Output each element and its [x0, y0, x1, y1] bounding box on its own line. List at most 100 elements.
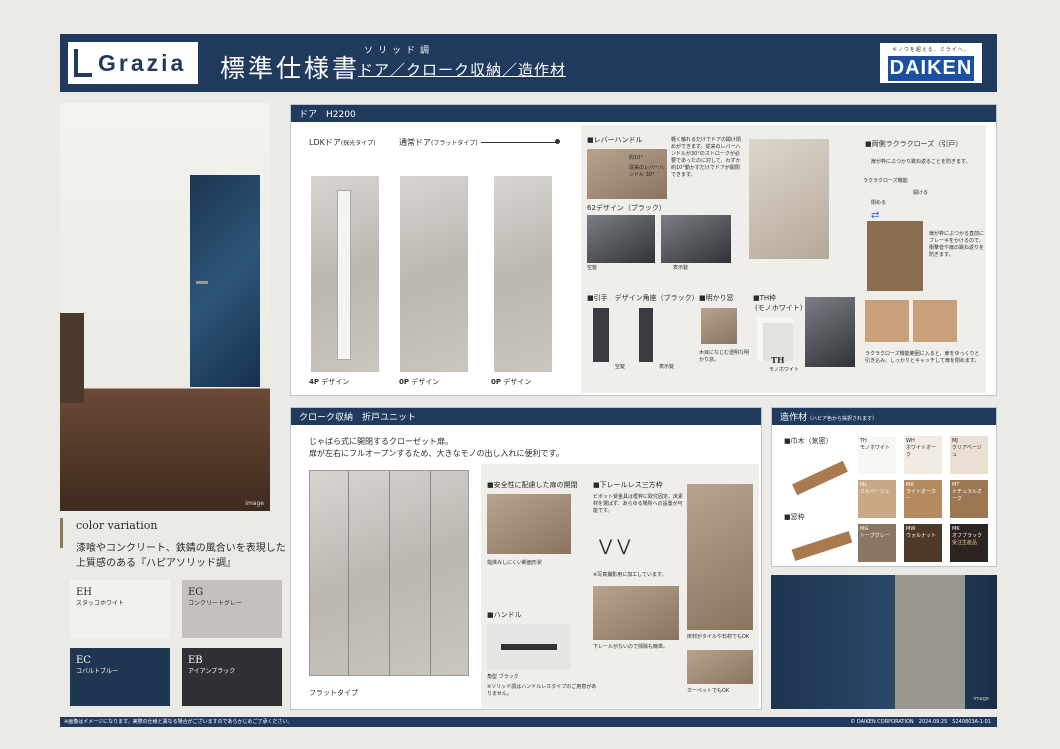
color-code: MT — [952, 482, 960, 488]
color-variation-text: 漆喰やコンクリート、鉄錆の風合いを表現した上質感のある『ハピアソリッド調』 — [76, 543, 286, 569]
color-name: トープグレー — [860, 533, 890, 539]
swatch-eb: EB アイアンブラック — [182, 648, 282, 706]
woman-photo — [749, 139, 829, 259]
side-table-image — [60, 313, 84, 403]
hyoji-label: 表示錠 — [673, 265, 689, 271]
cv-accent-bar — [60, 518, 72, 548]
handle-bar-icon — [501, 644, 557, 650]
d1-design: デザイン — [321, 378, 350, 386]
d3-code: 0P — [491, 378, 502, 386]
door-0p-a — [400, 176, 468, 372]
zousaku-note: （ハピア色から採択されます） — [807, 416, 878, 422]
color-name: ナチュラルオーク — [952, 489, 983, 502]
hikite-hyoji-label: 表示錠 — [659, 364, 675, 370]
swatch-code: EH — [76, 587, 93, 598]
flat-type-label: フラットタイプ — [309, 689, 358, 697]
door-4p — [311, 176, 379, 372]
hikite-title: ■引手 デザイン角座（ブラック） — [587, 294, 699, 302]
swatch-name: アイアンブラック — [188, 668, 236, 675]
swatch-ec: EC コバルトブルー — [70, 648, 170, 706]
arrow-left-icon: ⇄ — [871, 210, 880, 221]
swatch-name: コンクリートグレー — [188, 600, 243, 607]
door-handle-image — [196, 281, 208, 284]
madowaku-title: ■窓枠 — [784, 513, 805, 521]
door-feature-panel: ■レバーハンドル 約10° 従来のレバーハンドル 30° 軽く触れるだけでドアの… — [581, 125, 986, 393]
ryo-title: ■両側ラクラクローズ（引戸） — [865, 140, 963, 148]
color-wh: WH ホワイトオーク — [904, 436, 942, 474]
footer-note: ※画像はイメージになります。実際の仕様と異なる場合がございますのであらかじめご了… — [64, 719, 293, 725]
maker-name: DAIKEN — [888, 56, 974, 81]
lever-text: 軽く触れるだけでドアの開け閉めができます。従来のレバーハンドルが30°のストロー… — [671, 137, 742, 178]
color-th: TH モノホワイト — [858, 436, 896, 474]
color-mj: MJ クリアベージュ — [950, 436, 988, 474]
color-mk: MK オフブラック 受注生産品 — [950, 524, 988, 562]
leader-line — [481, 142, 557, 143]
ryo-arrow-label: ラクラクローズ機能 — [863, 178, 908, 184]
color-code: MJ — [952, 438, 958, 444]
sliding-door-image — [867, 221, 923, 291]
ldk-door-label: LDKドア(採光タイプ) — [309, 137, 376, 148]
swatch-code: EG — [188, 587, 204, 598]
d2-code: 0P — [399, 378, 410, 386]
color-mg: MG トープグレー — [858, 524, 896, 562]
daiken-logo: キノウを超える、ミライへ。 DAIKEN — [880, 43, 982, 83]
image-label: image — [245, 500, 264, 507]
footer-bar: ※画像はイメージになります。実際の仕様と異なる場合がございますのであらかじめご了… — [60, 717, 997, 727]
closet-section: クローク収納 折戸ユニット じゃばら式に開閉するクローゼット扉。 扉が左右にフル… — [290, 407, 762, 710]
color-code: MA — [906, 482, 914, 488]
hikite-hyoji-icon — [639, 308, 653, 362]
footer-copyright: © DAIKEN CORPORATION 2024.09.25 S240803A… — [850, 719, 991, 725]
normal-door-label: 通常ドア(フラットタイプ) — [399, 137, 478, 148]
door-section: ドア H2200 LDKドア(採光タイプ) 通常ドア(フラットタイプ) 4P デ… — [290, 104, 997, 396]
ryo-side-text: 扉が枠にぶつかる直前にブレーキをかけるので、衝撃音や扉の跳ね返りを防ぎます。 — [929, 231, 985, 258]
page-title: 標準仕様書 — [220, 54, 361, 83]
subtitle: ドア／クローク収納／造作材 — [358, 61, 567, 79]
color-name: ホワイトオーク — [906, 445, 937, 458]
color-code: TH — [860, 438, 867, 444]
color-mt: MT ナチュラルオーク — [950, 480, 988, 518]
interior-photo: image — [771, 575, 997, 709]
color-name: ライトオーカー — [906, 489, 937, 502]
th-room-photo — [805, 297, 855, 367]
fold-line — [389, 471, 390, 675]
color-code: WH — [906, 438, 915, 444]
color-code: MK — [952, 526, 960, 532]
th-title: ■TH枠 — [753, 294, 777, 302]
hikite-kuu-label: 空錠 — [615, 364, 626, 370]
handle-kuu-photo — [587, 215, 655, 263]
swatch-name: コバルトブルー — [76, 668, 119, 675]
door-image — [895, 575, 965, 709]
zousaku-section: 造作材（ハピア色から採択されます） ■巾木（気密） ■窓枠 TH モノホワイト W… — [771, 407, 997, 567]
color-name: ウォルナット — [906, 533, 937, 539]
tile-text: 床材がタイルや石材でもOK — [687, 634, 750, 640]
handle-photo — [487, 624, 571, 670]
color-code: ML — [860, 482, 868, 488]
handle-note: ※ソリッド調はハンドルレスタイプのご用意がありません。 — [487, 684, 597, 697]
swatch-name: スタッコホワイト — [76, 600, 125, 607]
akari-text: 木目になじむ透明な明かり窓。 — [699, 350, 750, 363]
ryo-close-a: 閉める — [871, 200, 887, 206]
sliding-photo-a — [865, 300, 909, 342]
lever-angle-a: 約10° — [629, 155, 643, 161]
d2-design: デザイン — [411, 378, 440, 386]
handle-caption: 角型 ブラック — [487, 674, 519, 680]
image-label: image — [973, 696, 989, 702]
madowaku-image — [791, 531, 853, 561]
subtitle-kana: ソリッド調 — [364, 46, 435, 56]
swatch-eg: EG コンクリートグレー — [182, 580, 282, 638]
kuu-label: 空錠 — [587, 265, 598, 271]
rail-title: ■下レールレス三方枠 — [593, 481, 663, 489]
color-name: ミルベージュ — [860, 489, 890, 495]
door-0p-label-a: 0P デザイン — [399, 377, 439, 387]
brand-logo: Grazia — [68, 42, 198, 84]
door-0p-b — [494, 176, 552, 372]
room-photo: image — [60, 103, 270, 511]
lever-angle-b: 従来のレバーハンドル 30° — [629, 165, 664, 178]
closet-text-2: 扉が左右にフルオープンするため、大きなモノの出し入れに便利です。 — [309, 449, 564, 458]
ryo-text: 扉が枠にぶつかり跳ね返ることを防ぎます。 — [871, 159, 971, 165]
color-ml: ML ミルベージュ — [858, 480, 896, 518]
th-code: TH — [771, 355, 785, 365]
normal-title: 通常ドア — [399, 138, 431, 147]
rail-note: ※写真撮影用に加工しています。 — [593, 572, 667, 578]
d1-code: 4P — [309, 378, 320, 386]
